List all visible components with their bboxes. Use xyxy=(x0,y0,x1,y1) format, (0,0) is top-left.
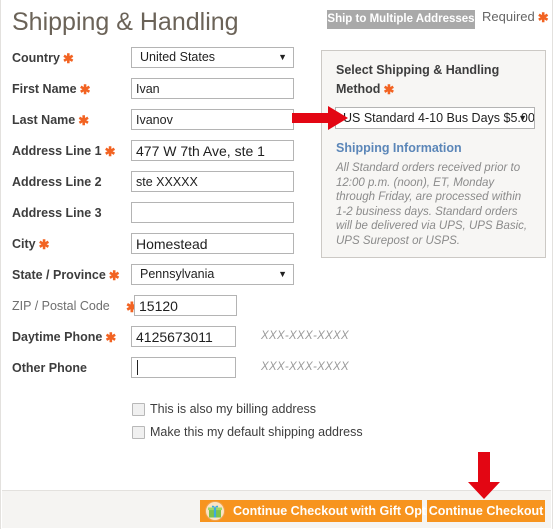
required-star-icon: ✱ xyxy=(105,330,117,345)
label-first-name-text: First Name xyxy=(12,82,77,96)
label-state-province-text: State / Province xyxy=(12,268,106,282)
required-star-icon: ✱ xyxy=(537,10,549,25)
continue-checkout-button[interactable]: Continue Checkout xyxy=(427,500,545,522)
required-star-icon: ✱ xyxy=(383,82,395,97)
label-first-name: First Name ✱ xyxy=(12,82,91,98)
state-province-select[interactable]: Pennsylvania xyxy=(131,264,294,285)
label-address-line-1: Address Line 1 ✱ xyxy=(12,144,116,160)
address-line-1-input[interactable] xyxy=(131,140,294,161)
city-input[interactable] xyxy=(131,233,294,254)
page-footer: Continue Checkout with Gift Options Cont… xyxy=(2,490,551,528)
label-daytime-phone-text: Daytime Phone xyxy=(12,330,103,344)
checkbox-row-default-shipping: Make this my default shipping address xyxy=(1,423,401,446)
label-zip-postal-code: ZIP / Postal Code xyxy=(12,299,110,313)
zip-postal-code-input[interactable] xyxy=(134,295,237,316)
page-title: Shipping & Handling xyxy=(12,8,239,36)
default-shipping-label[interactable]: Make this my default shipping address xyxy=(150,425,363,439)
form-row-other-phone: Other Phone XXX-XXX-XXXX xyxy=(1,355,349,386)
required-star-icon: ✱ xyxy=(78,113,90,128)
label-zip-postal-code-text: ZIP / Postal Code xyxy=(12,299,110,313)
daytime-phone-format-hint: XXX-XXX-XXXX xyxy=(261,330,349,342)
form-row-address-line-3: Address Line 3 xyxy=(1,200,321,231)
required-star-icon: ✱ xyxy=(79,82,91,97)
address-line-3-input[interactable] xyxy=(131,202,294,223)
ship-to-multiple-addresses-button[interactable]: Ship to Multiple Addresses xyxy=(327,10,475,29)
label-other-phone: Other Phone xyxy=(12,361,87,375)
label-country: Country ✱ xyxy=(12,51,74,67)
label-city-text: City xyxy=(12,237,36,251)
label-country-text: Country xyxy=(12,51,60,65)
checkbox-row-billing-address: This is also my billing address xyxy=(1,400,401,423)
required-star-icon: ✱ xyxy=(104,144,116,159)
form-row-address-line-1: Address Line 1 ✱ xyxy=(1,138,321,169)
form-row-zip-postal-code: ZIP / Postal Code ✱ xyxy=(1,293,321,324)
country-select[interactable]: United States xyxy=(131,47,294,68)
label-address-line-2: Address Line 2 xyxy=(12,175,102,189)
required-star-icon: ✱ xyxy=(38,237,50,252)
address-options: This is also my billing address Make thi… xyxy=(1,400,401,446)
form-row-address-line-2: Address Line 2 xyxy=(1,169,321,200)
form-row-last-name: Last Name ✱ xyxy=(1,107,321,138)
gift-button-label: Continue Checkout with Gift Options xyxy=(233,504,452,518)
other-phone-input[interactable] xyxy=(131,357,236,378)
form-row-city: City ✱ xyxy=(1,231,321,262)
label-other-phone-text: Other Phone xyxy=(12,361,88,375)
label-address-line-3: Address Line 3 xyxy=(12,206,102,220)
label-last-name: Last Name ✱ xyxy=(12,113,89,129)
shipping-method-select[interactable]: US Standard 4-10 Bus Days $5.00 xyxy=(335,107,535,129)
address-line-2-input[interactable] xyxy=(131,171,294,192)
required-star-icon: ✱ xyxy=(108,268,120,283)
required-legend-label: Required xyxy=(482,9,535,24)
gift-icon xyxy=(205,501,225,521)
default-shipping-checkbox[interactable] xyxy=(132,426,145,439)
form-row-daytime-phone: Daytime Phone✱ XXX-XXX-XXXX xyxy=(1,324,349,355)
label-address-line-1-text: Address Line 1 xyxy=(12,144,102,158)
shipping-method-panel-title: Select Shipping & Handling Method ✱ xyxy=(336,61,532,99)
form-row-country: Country ✱ United States ▼ xyxy=(1,45,321,76)
form-row-first-name: First Name ✱ xyxy=(1,76,321,107)
shipping-address-form: Country✱ United States ▼ First Name✱ Las… xyxy=(1,45,349,386)
billing-address-checkbox[interactable] xyxy=(132,403,145,416)
shipping-method-panel: Select Shipping & Handling Method ✱ US St… xyxy=(321,50,546,258)
shipping-method-select-wrapper[interactable]: US Standard 4-10 Bus Days $5.00 ▼ xyxy=(335,107,535,129)
required-star-icon: ✱ xyxy=(62,51,74,66)
page-header: Shipping & Handling Ship to Multiple Add… xyxy=(1,0,552,45)
label-daytime-phone: Daytime Phone ✱ xyxy=(12,330,116,346)
shipping-information-heading: Shipping Information xyxy=(336,141,462,155)
billing-address-label[interactable]: This is also my billing address xyxy=(150,402,316,416)
shipping-handling-page: Shipping & Handling Ship to Multiple Add… xyxy=(0,0,553,529)
text-cursor-caret xyxy=(137,360,138,375)
label-address-line-3-text: Address Line 3 xyxy=(12,206,102,220)
state-province-select-wrapper[interactable]: Pennsylvania ▼ xyxy=(131,264,294,285)
form-row-state-province: State / Province ✱ Pennsylvania ▼ xyxy=(1,262,321,293)
required-legend: Required ✱ xyxy=(482,9,549,26)
country-select-wrapper[interactable]: United States ▼ xyxy=(131,47,294,68)
label-last-name-text: Last Name xyxy=(12,113,76,127)
first-name-input[interactable] xyxy=(131,78,294,99)
label-city: City ✱ xyxy=(12,237,50,253)
label-address-line-2-text: Address Line 2 xyxy=(12,175,102,189)
daytime-phone-input[interactable] xyxy=(131,326,236,347)
other-phone-format-hint: XXX-XXX-XXXX xyxy=(261,361,349,373)
last-name-input[interactable] xyxy=(131,109,294,130)
continue-checkout-with-gift-options-button[interactable]: Continue Checkout with Gift Options xyxy=(200,500,452,522)
label-state-province: State / Province ✱ xyxy=(12,268,120,284)
shipping-information-body: All Standard orders received prior to 12… xyxy=(336,162,528,247)
shipping-method-panel-title-text: Select Shipping & Handling Method xyxy=(336,63,500,96)
